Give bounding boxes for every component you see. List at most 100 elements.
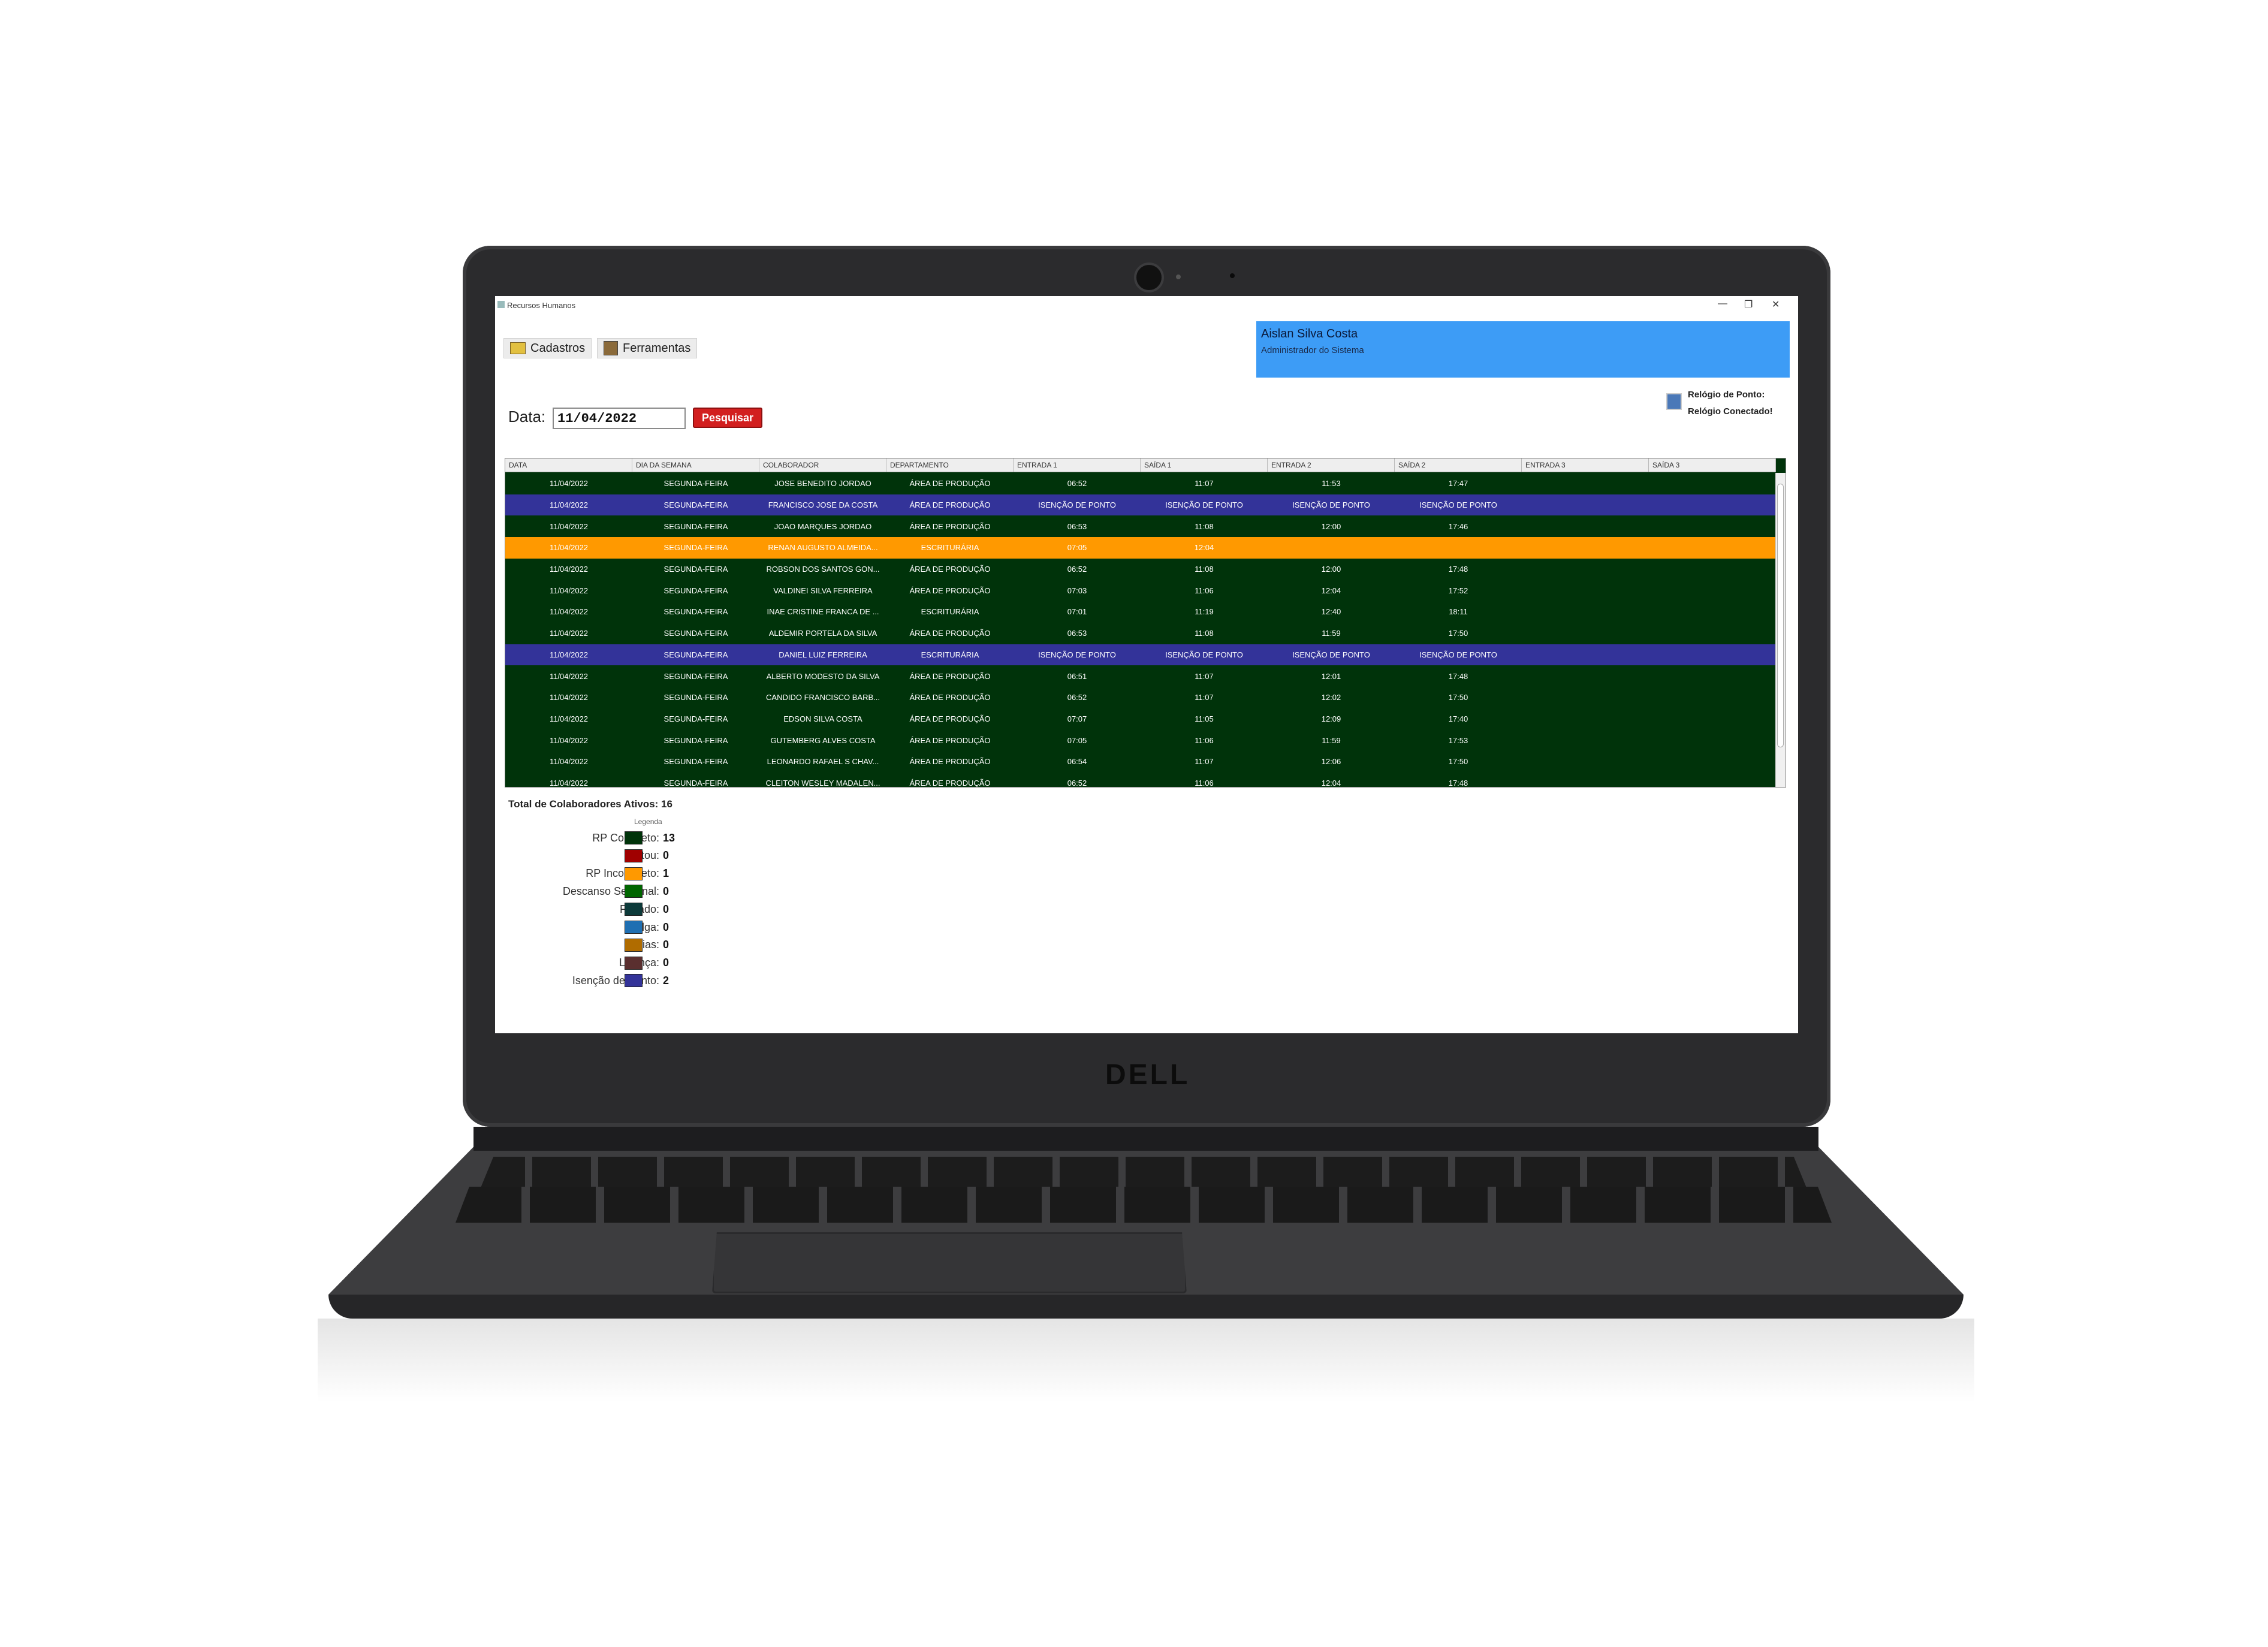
column-header[interactable]: ENTRADA 3 <box>1522 458 1649 472</box>
laptop-shadow <box>318 1319 1974 1402</box>
keyboard-row-bottom <box>456 1187 1832 1223</box>
table-cell: 11/04/2022 <box>549 778 589 788</box>
legend-item: Descanso Semanal: 0 <box>524 883 764 900</box>
table-cell: SEGUNDA-FEIRA <box>663 607 728 617</box>
column-header[interactable]: COLABORADOR <box>759 458 886 472</box>
maximize-button[interactable]: ❐ <box>1744 298 1753 310</box>
table-cell: ÁREA DE PRODUÇÃO <box>909 565 991 574</box>
table-cell: ÁREA DE PRODUÇÃO <box>909 735 991 745</box>
column-header[interactable]: DEPARTAMENTO <box>886 458 1014 472</box>
table-cell: ISENÇÃO DE PONTO <box>1292 650 1370 659</box>
trackpad <box>712 1232 1187 1293</box>
table-cell: 11/04/2022 <box>549 607 589 617</box>
legend-item: Feriado:0 <box>524 901 764 918</box>
table-row[interactable]: 11/04/2022 SEGUNDA-FEIRA GUTEMBERG ALVES C… <box>505 729 1776 751</box>
column-header[interactable]: SAÍDA 2 <box>1395 458 1522 472</box>
table-cell: ISENÇÃO DE PONTO <box>1165 500 1243 510</box>
legend-count: 1 <box>663 867 669 880</box>
search-button[interactable]: Pesquisar <box>693 408 762 428</box>
table-cell: 17:50 <box>1448 757 1468 767</box>
table-row[interactable]: 11/04/2022 SEGUNDA-FEIRA RENAN AUGUSTO ALM… <box>505 537 1776 559</box>
legend-count: 0 <box>663 957 669 969</box>
table-cell: ÁREA DE PRODUÇÃO <box>909 629 991 638</box>
table-cell: 11:06 <box>1195 735 1214 745</box>
table-row[interactable]: 11/04/2022 SEGUNDA-FEIRA CANDIDO FRANCISCO… <box>505 686 1776 708</box>
minimize-button[interactable]: — <box>1718 298 1727 309</box>
table-cell: 11:07 <box>1195 671 1214 681</box>
legend-swatch <box>625 938 643 952</box>
table-cell: 11/04/2022 <box>549 565 589 574</box>
table-row[interactable]: 11/04/2022 SEGUNDA-FEIRA ROBSON DOS SANTOS… <box>505 558 1776 580</box>
table-cell: 11:59 <box>1322 735 1341 745</box>
table-row[interactable]: 11/04/2022 SEGUNDA-FEIRA INAE CRISTINE FRA… <box>505 601 1776 623</box>
table-cell: ÁREA DE PRODUÇÃO <box>909 521 991 531</box>
table-row[interactable]: 11/04/2022 SEGUNDA-FEIRA JOAO MARQUES JORD… <box>505 515 1776 538</box>
table-cell: GUTEMBERG ALVES COSTA <box>770 735 876 745</box>
table-row[interactable]: 11/04/2022 SEGUNDA-FEIRA JOSE BENEDITO JOR… <box>505 473 1776 494</box>
clock-device-icon <box>1666 393 1682 410</box>
cadastros-icon <box>510 342 526 354</box>
user-panel: Aislan Silva Costa Administrador do Sist… <box>1256 321 1790 378</box>
menu-ferramentas[interactable]: Ferramentas <box>597 338 698 358</box>
table-cell: SEGUNDA-FEIRA <box>663 479 728 488</box>
table-cell: 11/04/2022 <box>549 479 589 488</box>
table-cell: 18:11 <box>1449 607 1468 617</box>
column-header[interactable]: ENTRADA 2 <box>1268 458 1395 472</box>
legend-item: Férias: 0 <box>524 937 764 954</box>
legend-swatch <box>625 921 643 934</box>
table-cell: 06:54 <box>1067 757 1087 767</box>
table-row[interactable]: 11/04/2022 SEGUNDA-FEIRA FRANCISCO JOSE DA… <box>505 494 1776 516</box>
table-row[interactable]: 11/04/2022 SEGUNDA-FEIRA EDSON SILVA COSTA… <box>505 708 1776 730</box>
table-scrollbar[interactable] <box>1775 473 1786 787</box>
column-header[interactable]: SAÍDA 3 <box>1649 458 1776 472</box>
table-cell: ÁREA DE PRODUÇÃO <box>909 693 991 702</box>
table-cell: 11:59 <box>1322 629 1341 638</box>
table-cell: 06:52 <box>1067 479 1087 488</box>
table-cell: 11:08 <box>1195 629 1214 638</box>
table-cell: 11/04/2022 <box>549 500 589 510</box>
close-button[interactable]: ✕ <box>1772 298 1780 310</box>
user-role: Administrador do Sistema <box>1261 345 1364 355</box>
table-cell: 12:06 <box>1321 757 1341 767</box>
table-row[interactable]: 11/04/2022 SEGUNDA-FEIRA ALBERTO MODESTO D… <box>505 665 1776 687</box>
table-cell: ÁREA DE PRODUÇÃO <box>909 714 991 723</box>
table-cell: 06:52 <box>1067 693 1087 702</box>
table-cell: 11:19 <box>1195 607 1214 617</box>
app-icon <box>497 301 505 308</box>
webcam-icon <box>1134 263 1164 292</box>
legend-count: 2 <box>663 974 669 987</box>
table-body: 11/04/2022 SEGUNDA-FEIRA JOSE BENEDITO JOR… <box>505 473 1776 788</box>
table-cell: SEGUNDA-FEIRA <box>663 714 728 723</box>
table-cell: VALDINEI SILVA FERREIRA <box>773 586 873 595</box>
column-header[interactable]: ENTRADA 1 <box>1014 458 1141 472</box>
table-cell: 07:07 <box>1067 714 1087 723</box>
menu-cadastros[interactable]: Cadastros <box>503 338 592 358</box>
table-cell: 17:50 <box>1448 693 1468 702</box>
table-cell: 12:04 <box>1321 586 1341 595</box>
menu-cadastros-label: Cadastros <box>530 341 586 355</box>
table-cell: ESCRITURÁRIA <box>921 543 979 553</box>
table-row[interactable]: 11/04/2022 SEGUNDA-FEIRA VALDINEI SILVA FE… <box>505 580 1776 602</box>
scrollbar-thumb[interactable] <box>1777 484 1784 747</box>
table-cell: ISENÇÃO DE PONTO <box>1165 650 1243 659</box>
date-label: Data: <box>508 408 546 426</box>
table-cell: 11:08 <box>1195 521 1214 531</box>
column-header[interactable]: SAÍDA 1 <box>1141 458 1268 472</box>
table-cell: ISENÇÃO DE PONTO <box>1038 500 1116 510</box>
column-header[interactable]: DIA DA SEMANA <box>632 458 759 472</box>
table-row[interactable]: 11/04/2022 SEGUNDA-FEIRA DANIEL LUIZ FERRE… <box>505 644 1776 666</box>
table-cell: SEGUNDA-FEIRA <box>663 629 728 638</box>
table-row[interactable]: 11/04/2022 SEGUNDA-FEIRA CLEITON WESLEY MA… <box>505 772 1776 788</box>
table-row[interactable]: 11/04/2022 SEGUNDA-FEIRA LEONARDO RAFAEL S… <box>505 750 1776 773</box>
table-cell: 12:00 <box>1321 565 1341 574</box>
table-row[interactable]: 11/04/2022 SEGUNDA-FEIRA ALDEMIR PORTELA D… <box>505 622 1776 644</box>
table-cell: ROBSON DOS SANTOS GON... <box>766 565 880 574</box>
table-cell: 06:51 <box>1067 671 1087 681</box>
table-cell: 07:05 <box>1067 735 1087 745</box>
table-cell: INAE CRISTINE FRANCA DE ... <box>767 607 879 617</box>
attendance-table: DATA DIA DA SEMANA COLABORADOR DEPARTAMENTO… <box>505 458 1786 788</box>
table-cell: 11:06 <box>1195 778 1214 788</box>
date-field[interactable]: 11/04/2022 <box>553 408 686 429</box>
table-cell: 11/04/2022 <box>549 735 589 745</box>
column-header[interactable]: DATA <box>505 458 632 472</box>
